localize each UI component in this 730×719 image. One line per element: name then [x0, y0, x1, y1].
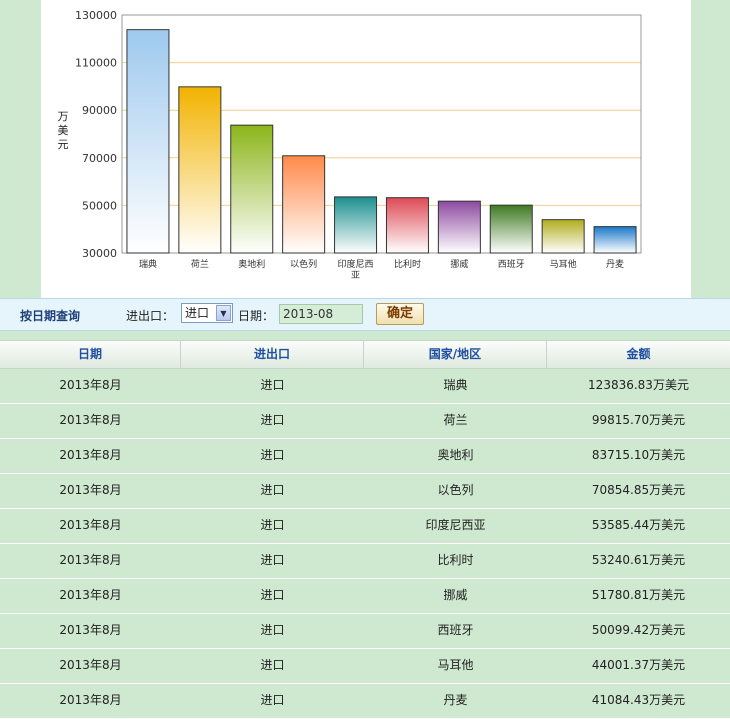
cell-amount: 70854.85万美元: [591, 483, 686, 497]
cell-io: 进口: [260, 553, 285, 567]
cell-io: 进口: [260, 518, 285, 532]
cell-amount: 53240.61万美元: [591, 553, 686, 567]
cell-country: 马耳他: [437, 658, 474, 672]
x-tick-label: 马耳他: [550, 258, 577, 270]
table-row: 2013年8月 进口 以色列 70854.85万美元: [0, 474, 730, 509]
y-tick-label: 110000: [75, 57, 117, 70]
cell-amount: 83715.10万美元: [591, 448, 686, 462]
cell-amount: 50099.42万美元: [591, 623, 686, 637]
data-table: 日期 进出口 国家/地区 金额 2013年8月 进口 瑞典 123836.83万美元 2…: [0, 340, 730, 719]
cell-io: 进口: [260, 658, 285, 672]
header-io[interactable]: 进出口: [181, 341, 364, 368]
y-tick-label: 50000: [82, 199, 117, 212]
query-title: 按日期查询: [20, 309, 81, 323]
bar: [489, 204, 533, 254]
table-body: 2013年8月 进口 瑞典 123836.83万美元 2013年8月 进口 荷兰 99815.…: [0, 369, 730, 719]
x-tick-label: 瑞典: [139, 258, 157, 270]
chart-panel: 30000 50000 70000 90000 110000 130000 万美元瑞典 荷兰 奥…: [41, 0, 691, 298]
cell-date: 2013年8月: [59, 483, 122, 497]
table-row: 2013年8月 进口 丹麦 41084.43万美元: [0, 684, 730, 719]
x-tick-label: 丹麦: [606, 258, 624, 270]
y-axis-label: 美: [58, 124, 69, 137]
cell-date: 2013年8月: [59, 588, 122, 602]
io-select[interactable]: 进口 ▼: [181, 303, 233, 323]
table-row: 2013年8月 进口 西班牙 50099.42万美元: [0, 614, 730, 649]
header-amount[interactable]: 金额: [547, 341, 730, 368]
y-tick-label: 130000: [75, 9, 117, 22]
chevron-down-icon[interactable]: ▼: [216, 305, 231, 321]
cell-country: 西班牙: [437, 623, 474, 637]
query-bar: 按日期查询 进出口： 进口 ▼ 日期： 2013-08 确定: [0, 298, 730, 331]
bar: [593, 226, 637, 254]
header-date[interactable]: 日期: [0, 341, 181, 368]
table-row: 2013年8月 进口 瑞典 123836.83万美元: [0, 369, 730, 404]
date-label: 日期：: [238, 309, 275, 323]
cell-io: 进口: [260, 588, 285, 602]
table-header: 日期 进出口 国家/地区 金额: [0, 340, 730, 369]
cell-amount: 99815.70万美元: [591, 413, 686, 427]
cell-country: 丹麦: [443, 693, 468, 707]
bar: [437, 200, 481, 254]
cell-date: 2013年8月: [59, 378, 122, 392]
cell-io: 进口: [260, 448, 285, 462]
cell-amount: 51780.81万美元: [591, 588, 686, 602]
cell-date: 2013年8月: [59, 658, 122, 672]
cell-country: 比利时: [437, 553, 474, 567]
confirm-button[interactable]: 确定: [376, 303, 424, 325]
bar-chart: 30000 50000 70000 90000 110000 130000 万美元瑞典 荷兰 奥…: [58, 9, 642, 281]
x-tick-label: 荷兰: [191, 258, 209, 270]
cell-io: 进口: [260, 413, 285, 427]
date-input[interactable]: 2013-08: [279, 304, 363, 324]
header-country[interactable]: 国家/地区: [364, 341, 547, 368]
bar: [541, 219, 585, 254]
table-row: 2013年8月 进口 荷兰 99815.70万美元: [0, 404, 730, 439]
y-tick-label: 70000: [82, 152, 117, 165]
cell-io: 进口: [260, 378, 285, 392]
y-axis-label: 元: [58, 138, 69, 151]
bar: [230, 124, 274, 254]
cell-date: 2013年8月: [59, 693, 122, 707]
cell-amount: 123836.83万美元: [588, 378, 689, 392]
table-row: 2013年8月 进口 马耳他 44001.37万美元: [0, 649, 730, 684]
cell-date: 2013年8月: [59, 623, 122, 637]
table-row: 2013年8月 进口 印度尼西亚 53585.44万美元: [0, 509, 730, 544]
bar: [385, 197, 429, 254]
cell-io: 进口: [260, 693, 285, 707]
x-tick-label: 奥地利: [238, 258, 265, 270]
cell-country: 奥地利: [437, 448, 474, 462]
table-row: 2013年8月 进口 挪威 51780.81万美元: [0, 579, 730, 614]
cell-country: 挪威: [443, 588, 468, 602]
x-tick-label: 以色列: [290, 258, 317, 270]
cell-amount: 44001.37万美元: [591, 658, 686, 672]
cell-date: 2013年8月: [59, 518, 122, 532]
cell-amount: 41084.43万美元: [591, 693, 686, 707]
cell-date: 2013年8月: [59, 448, 122, 462]
y-tick-label: 90000: [82, 104, 117, 117]
x-tick-label: 印度尼西: [338, 258, 374, 270]
cell-country: 瑞典: [443, 378, 468, 392]
bar: [178, 86, 222, 254]
bar: [334, 196, 378, 254]
cell-country: 以色列: [437, 483, 474, 497]
table-row: 2013年8月 进口 奥地利 83715.10万美元: [0, 439, 730, 474]
bar: [126, 29, 170, 254]
cell-io: 进口: [260, 623, 285, 637]
cell-io: 进口: [260, 483, 285, 497]
x-tick-label: 亚: [351, 270, 360, 281]
y-tick-label: 30000: [82, 247, 117, 260]
cell-country: 印度尼西亚: [425, 518, 486, 532]
bar: [282, 155, 326, 254]
cell-country: 荷兰: [443, 413, 468, 427]
io-select-value: 进口: [185, 306, 210, 320]
x-tick-label: 挪威: [450, 258, 468, 270]
io-label: 进出口：: [126, 309, 175, 323]
cell-date: 2013年8月: [59, 553, 122, 567]
x-tick-label: 比利时: [394, 258, 421, 270]
table-row: 2013年8月 进口 比利时 53240.61万美元: [0, 544, 730, 579]
y-axis-label: 万: [58, 110, 69, 123]
x-tick-label: 西班牙: [498, 258, 525, 270]
cell-date: 2013年8月: [59, 413, 122, 427]
cell-amount: 53585.44万美元: [591, 518, 686, 532]
